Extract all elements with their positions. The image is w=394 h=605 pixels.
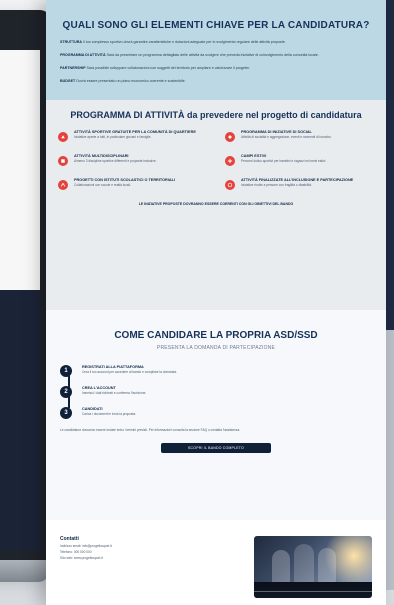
contact-line: Telefono: 000 000 000 bbox=[60, 550, 92, 555]
item-icon bbox=[58, 180, 68, 190]
paragraph-text: Sarà possibile sviluppare collaborazioni… bbox=[86, 66, 250, 70]
apply-note: Le candidature dovranno essere inviate e… bbox=[60, 428, 241, 433]
paragraph-text: Sarà da presentare un programma dettagli… bbox=[106, 53, 319, 57]
footer-section: Contatti Indirizzo email: info@progettos… bbox=[46, 520, 386, 605]
program-item: PROGRAMMA DI INIZIATIVE DI SOCIAL Attivi… bbox=[225, 130, 374, 142]
laptop-screen-light-area bbox=[0, 50, 40, 290]
key-elements-title: QUALI SONO GLI ELEMENTI CHIAVE PER LA CA… bbox=[62, 20, 370, 31]
apply-steps: 1 REGISTRATI ALLA PIATTAFORMA Crea il tu… bbox=[60, 365, 372, 420]
step-number: 3 bbox=[60, 407, 72, 420]
program-footnote: LE INIZIATIVE PROPOSTE DOVRANNO ESSERE C… bbox=[138, 202, 294, 206]
step-text: Inserisci i dati richiesti e conferma l’… bbox=[82, 390, 147, 395]
program-title: PROGRAMMA DI ATTIVITÀ da prevedere nel p… bbox=[70, 110, 362, 120]
key-elements-paragraph-structure: STRUTTURA Il tuo complesso sportivo dovr… bbox=[60, 40, 372, 45]
contacts-block: Contatti Indirizzo email: info@progettos… bbox=[60, 536, 112, 589]
apply-section: COME CANDIDARE LA PROPRIA ASD/SSD PRESEN… bbox=[46, 310, 386, 520]
key-elements-section: QUALI SONO GLI ELEMENTI CHIAVE PER LA CA… bbox=[46, 0, 386, 100]
step-number: 1 bbox=[60, 365, 72, 377]
program-item-desc: Percorsi ludico-sportivi per bambini e r… bbox=[241, 158, 327, 163]
apply-step: 2 CREA L’ACCOUNT Inserisci i dati richie… bbox=[60, 386, 372, 399]
program-section: PROGRAMMA DI ATTIVITÀ da prevedere nel p… bbox=[46, 100, 386, 310]
photo-track bbox=[254, 582, 372, 598]
item-icon bbox=[58, 132, 68, 142]
apply-step: 1 REGISTRATI ALLA PIATTAFORMA Crea il tu… bbox=[60, 365, 372, 377]
paragraph-label: STRUTTURA bbox=[60, 40, 82, 44]
step-text: Crea il tuo account per accedere al band… bbox=[82, 369, 177, 374]
paragraph-text: Dovrà essere presentato un piano economi… bbox=[76, 79, 186, 83]
key-elements-paragraph-program: PROGRAMMA DI ATTIVITÀ Sarà da presentare… bbox=[60, 53, 372, 58]
program-grid: ATTIVITÀ SPORTIVE GRATUITE PER LA COMUNI… bbox=[58, 130, 374, 190]
contact-line: Indirizzo email: info@progettosport.it bbox=[60, 544, 112, 548]
paragraph-label: PROGRAMMA DI ATTIVITÀ bbox=[60, 53, 106, 57]
apply-title: COME CANDIDARE LA PROPRIA ASD/SSD bbox=[114, 330, 318, 341]
runners-photo bbox=[254, 536, 372, 598]
program-item: ATTIVITÀ MULTIDISCIPLINARI Almeno 3 disc… bbox=[58, 154, 207, 166]
program-item-desc: Iniziative rivolte a persone con fragili… bbox=[241, 182, 312, 187]
apply-button-wrap: SCOPRI IL BANDO COMPLETO bbox=[60, 442, 372, 453]
item-icon bbox=[58, 156, 68, 166]
contact-line: Sito web: www.progettosport.it bbox=[60, 556, 103, 561]
step-text: Carica i documenti e invia la proposta. bbox=[82, 411, 137, 416]
program-item-desc: Attività di socialità e aggregazione, ev… bbox=[241, 134, 332, 139]
item-icon bbox=[225, 180, 235, 190]
item-icon bbox=[225, 132, 235, 142]
laptop-screen-dark-area bbox=[0, 290, 40, 550]
webpage-mockup: QUALI SONO GLI ELEMENTI CHIAVE PER LA CA… bbox=[46, 0, 386, 605]
view-call-button[interactable]: SCOPRI IL BANDO COMPLETO bbox=[161, 442, 271, 453]
contacts-title: Contatti bbox=[60, 536, 79, 542]
screenshot-stage: QUALI SONO GLI ELEMENTI CHIAVE PER LA CA… bbox=[0, 0, 394, 605]
laptop-mockup bbox=[0, 10, 50, 582]
program-item: PROGETTI CON ISTITUTI SCOLASTICI O TERRI… bbox=[58, 178, 207, 190]
program-item: ATTIVITÀ FINALIZZATE ALL’INCLUSIONE E PA… bbox=[225, 178, 374, 190]
program-item: ATTIVITÀ SPORTIVE GRATUITE PER LA COMUNI… bbox=[58, 130, 207, 142]
apply-subtitle: PRESENTA LA DOMANDA DI PARTECIPAZIONE bbox=[156, 345, 276, 351]
paragraph-label: PARTNERSHIP bbox=[60, 66, 86, 70]
program-item-desc: Iniziative aperte a tutti, in particolar… bbox=[74, 134, 152, 139]
key-elements-paragraph-partnership: PARTNERSHIP Sarà possibile sviluppare co… bbox=[60, 66, 372, 71]
step-number: 2 bbox=[60, 386, 72, 399]
laptop-base bbox=[0, 560, 50, 582]
program-item: CAMPI ESTIVI Percorsi ludico-sportivi pe… bbox=[225, 154, 374, 166]
apply-step: 3 CANDIDATI Carica i documenti e invia l… bbox=[60, 407, 372, 420]
program-item-desc: Almeno 3 discipline sportive differenti … bbox=[74, 158, 157, 163]
item-icon bbox=[225, 156, 235, 166]
photo-lane-line bbox=[254, 591, 372, 592]
key-elements-paragraph-budget: BUDGET Dovrà essere presentato un piano … bbox=[60, 79, 372, 84]
paragraph-text: Il tuo complesso sportivo dovrà garantir… bbox=[82, 40, 286, 44]
program-item-desc: Collaborazioni con scuole e realtà local… bbox=[74, 182, 131, 187]
paragraph-label: BUDGET bbox=[60, 79, 76, 83]
